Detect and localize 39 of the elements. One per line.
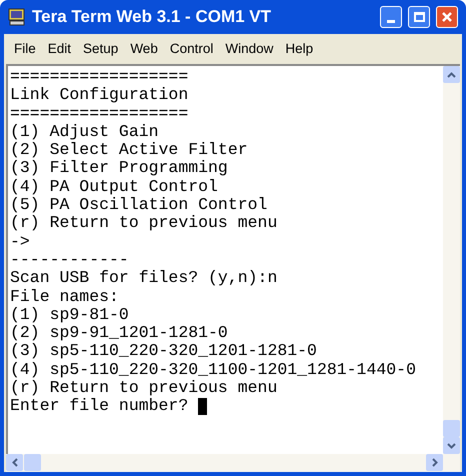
terminal-line: -> — [10, 232, 30, 251]
terminal-line: ================== — [10, 104, 188, 123]
scroll-down-icon[interactable] — [443, 437, 460, 454]
terminal-line: (r) Return to previous menu — [10, 379, 278, 398]
terminal-line: ================== — [10, 68, 188, 86]
terminal-line: Enter file number? — [10, 397, 188, 416]
horizontal-scroll-thumb[interactable] — [24, 454, 41, 471]
maximize-button[interactable] — [408, 6, 430, 28]
terminal-line: (3) Filter Programming — [10, 159, 228, 178]
terminal-line: ------------ — [10, 250, 129, 270]
scroll-left-icon[interactable] — [6, 454, 23, 471]
scroll-up-icon[interactable] — [443, 66, 460, 83]
terminal-line: (4) sp5-110_220-320_1100-1201_1281-1440-0 — [10, 360, 416, 380]
close-button[interactable] — [436, 6, 458, 28]
menu-item[interactable]: Web — [124, 38, 164, 60]
menu-item[interactable]: File — [8, 38, 42, 60]
menu-item[interactable]: Window — [219, 38, 280, 60]
minimize-button[interactable] — [380, 6, 402, 28]
vertical-scrollbar[interactable] — [443, 66, 460, 454]
scroll-thumb-icon[interactable] — [443, 420, 460, 437]
terminal-line: (1) Adjust Gain — [10, 122, 159, 142]
terminal-line: (3) sp5-110_220-320_1201-1281-0 — [10, 342, 317, 361]
scroll-right-icon[interactable] — [426, 454, 443, 471]
terminal-line: (r) Return to previous menu — [10, 214, 278, 233]
terminal-line: (2) sp9-91_1201-1281-0 — [10, 324, 228, 342]
menu-item[interactable]: Setup — [77, 38, 124, 60]
terminal-line: (4) PA Output Control — [10, 178, 218, 196]
menu-item[interactable]: Edit — [42, 38, 78, 60]
terminal-line: (1) sp9-81-0 — [10, 306, 129, 324]
terminal-app-icon — [8, 8, 26, 26]
window-title: Tera Term Web 3.1 - COM1 VT — [32, 6, 272, 28]
terminal-line: (2) Select Active Filter — [10, 141, 248, 160]
terminal-line: (5) PA Oscillation Control — [10, 196, 268, 214]
terminal-line: Link Configuration — [10, 86, 188, 105]
terminal-line: File names: — [10, 288, 119, 306]
close-icon — [441, 11, 453, 23]
terminal-line: Scan USB for files? (y,n):n — [10, 269, 278, 288]
menu-item[interactable]: Help — [279, 38, 320, 60]
menu-item[interactable]: Control — [164, 38, 220, 60]
